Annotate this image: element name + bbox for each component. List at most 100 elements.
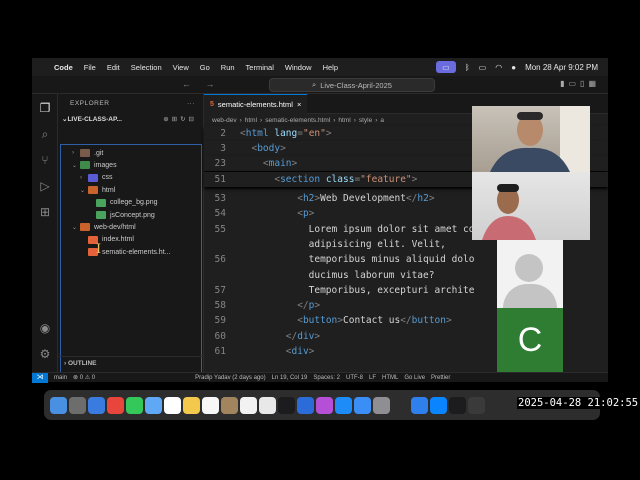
dock-app-icon[interactable] [449, 396, 466, 414]
account-icon[interactable]: ◉ [37, 320, 53, 336]
dock-app-icon[interactable] [392, 396, 409, 414]
file-tree-item[interactable]: index.html [80, 234, 134, 246]
code-token: > [308, 208, 315, 220]
dock-app-icon[interactable] [297, 396, 314, 414]
end-of-line[interactable]: LF [369, 375, 376, 381]
close-icon[interactable]: × [297, 100, 301, 109]
wifi-icon[interactable]: ◠ [495, 63, 502, 72]
menu-view[interactable]: View [173, 63, 189, 72]
breadcrumb-item[interactable]: html [338, 117, 350, 124]
breadcrumb-item[interactable]: a [380, 117, 384, 124]
file-tree-item[interactable]: ⌄ images [72, 159, 117, 171]
dock-app-icon[interactable] [259, 396, 276, 414]
breadcrumb-item[interactable]: web-dev [212, 117, 237, 124]
dock-app-icon[interactable] [183, 396, 200, 414]
file-tree-item[interactable]: sematic-elements.ht... [80, 246, 170, 258]
git-branch[interactable]: main [54, 375, 67, 381]
encoding[interactable]: UTF-8 [346, 375, 363, 381]
menu-terminal[interactable]: Terminal [246, 63, 274, 72]
menu-selection[interactable]: Selection [131, 63, 162, 72]
menu-edit[interactable]: Edit [107, 63, 120, 72]
menu-go[interactable]: Go [200, 63, 210, 72]
menu-run[interactable]: Run [221, 63, 235, 72]
outline-section[interactable]: › OUTLINE [58, 356, 204, 370]
menu-file[interactable]: File [84, 63, 96, 72]
dock-app-icon[interactable] [202, 396, 219, 414]
dock-app-icon[interactable] [278, 396, 295, 414]
menubar-datetime[interactable]: Mon 28 Apr 9:02 PM [525, 63, 598, 72]
indentation[interactable]: Spaces: 2 [313, 375, 340, 381]
dock-app-icon[interactable] [145, 396, 162, 414]
prettier[interactable]: Prettier [431, 375, 450, 381]
settings-gear-icon[interactable]: ⚙ [37, 346, 53, 362]
dock-app-icon[interactable] [126, 396, 143, 414]
run-debug-icon[interactable]: ▷ [37, 178, 53, 194]
menu-help[interactable]: Help [323, 63, 338, 72]
dock-app-icon[interactable] [373, 396, 390, 414]
dock-app-icon[interactable] [335, 396, 352, 414]
code-token: Lorem ipsum dolor sit amet co [240, 223, 475, 235]
language-mode[interactable]: HTML [382, 375, 398, 381]
dock-app-icon[interactable] [430, 396, 447, 414]
code-token: adipisicing elit. Velit, [240, 238, 446, 250]
screen-record-icon[interactable]: ▭ [435, 61, 456, 73]
battery-icon[interactable]: ▭ [479, 63, 487, 72]
more-actions-icon[interactable]: ··· [187, 100, 195, 107]
line-number: 59 [214, 315, 226, 327]
go-live[interactable]: Go Live [404, 375, 425, 381]
search-view-icon[interactable]: ⌕ [37, 126, 53, 142]
webcam-participant [472, 172, 590, 240]
avatar-body-icon [503, 284, 557, 308]
cursor-position[interactable]: Ln 19, Col 19 [272, 375, 308, 381]
file-tree-item[interactable]: › .git [72, 147, 103, 159]
siri-icon[interactable]: ● [511, 63, 516, 72]
dock-app-icon[interactable] [164, 396, 181, 414]
breadcrumb-item[interactable]: sematic-elements.html [265, 117, 330, 124]
dock-app-icon[interactable] [88, 396, 105, 414]
remote-indicator-icon[interactable]: ⋊ [32, 372, 48, 383]
project-folder-header[interactable]: ⌄ LIVE-CLASS-AP... ⊕⊞↻⊟ [58, 112, 203, 126]
participant-avatar-tile: C [497, 240, 563, 372]
file-tree-item[interactable]: college_bg.png [88, 197, 158, 209]
layout-toggle-icons[interactable]: ▮▭▯▦ [560, 79, 600, 88]
tab-sematic-elements[interactable]: 5 sematic-elements.html × [204, 94, 308, 114]
nav-arrows-icon[interactable]: ← → [182, 79, 221, 89]
dock-app-icon[interactable] [240, 396, 257, 414]
recording-timestamp: 2025-04-28 21:02:55 [517, 397, 640, 409]
menu-window[interactable]: Window [285, 63, 312, 72]
explorer-icon[interactable]: ❐ [37, 100, 53, 116]
dock-app-icon[interactable] [354, 396, 371, 414]
dock-app-icon[interactable] [221, 396, 238, 414]
breadcrumb-item[interactable]: style [359, 117, 372, 124]
file-tree-item[interactable]: ⌄ web-dev/html [72, 221, 136, 233]
git-blame[interactable]: Pradip Yadav (2 days ago) [195, 375, 266, 381]
extensions-icon[interactable]: ⊞ [37, 204, 53, 220]
code-token: "en" [302, 128, 326, 139]
dock-app-icon[interactable] [107, 396, 124, 414]
code-token: > [314, 300, 321, 312]
breadcrumb-item[interactable]: html [245, 117, 257, 124]
dock-app-icon[interactable] [468, 396, 485, 414]
dock-app-icon[interactable] [50, 396, 67, 414]
title-bar: ← → ⌕ Live-Class-April-2025 ▮▭▯▦ [32, 76, 608, 94]
dock-app-icon[interactable] [69, 396, 86, 414]
participant-figure [482, 184, 536, 240]
code-token: > [308, 346, 315, 357]
explorer-actions-icons[interactable]: ⊕⊞↻⊟ [163, 115, 197, 123]
image-file-icon [96, 211, 106, 219]
file-tree-label: .git [94, 149, 104, 157]
problems-count[interactable]: ⊗ 0 ⚠ 0 [73, 374, 95, 381]
file-tree-item[interactable]: jsConcept.png [88, 209, 155, 221]
command-center-search[interactable]: ⌕ Live-Class-April-2025 [269, 78, 435, 92]
menu-code[interactable]: Code [54, 63, 73, 72]
dock-app-icon[interactable] [316, 396, 333, 414]
file-tree-item[interactable]: › css [80, 172, 113, 184]
bluetooth-icon[interactable]: ᛒ [465, 63, 470, 72]
file-tree-item[interactable]: ⌄ html [80, 184, 115, 196]
code-token: ducimus laborum vitae? [240, 269, 435, 281]
dock-app-icon[interactable] [411, 396, 428, 414]
source-control-icon[interactable]: ⑂ [37, 152, 53, 168]
